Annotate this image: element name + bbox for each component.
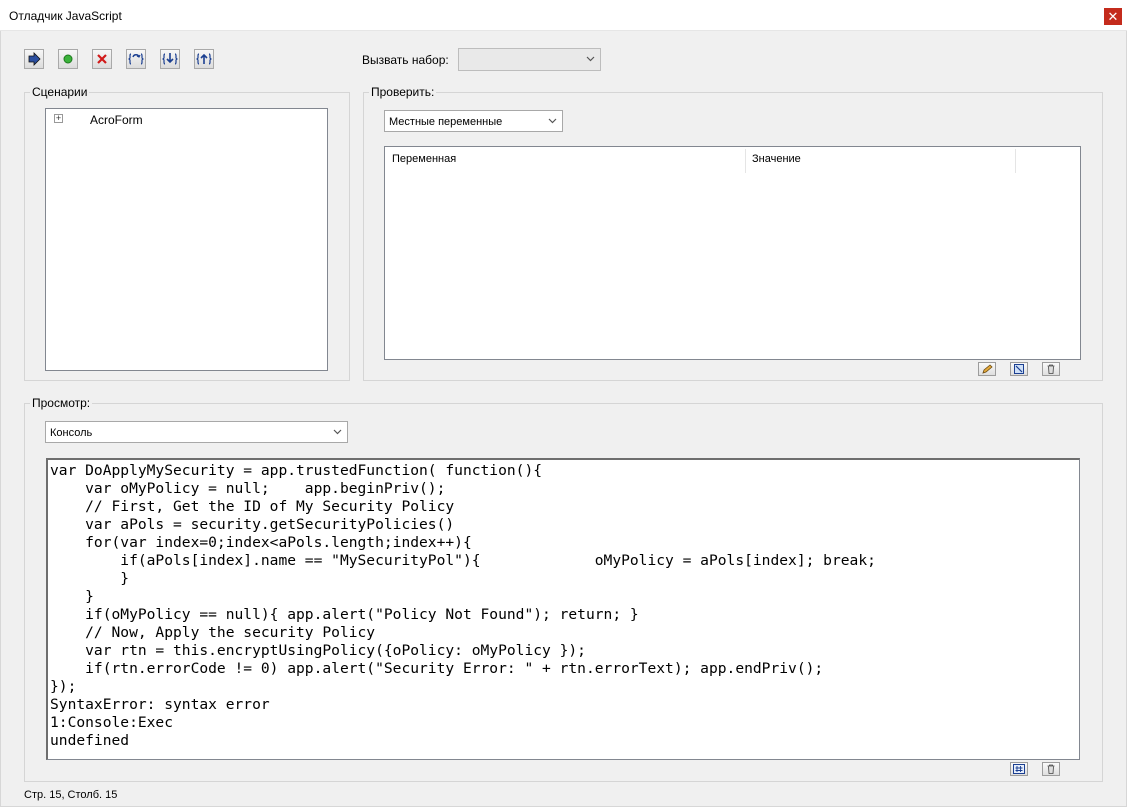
step-into-button[interactable] bbox=[160, 49, 180, 69]
callstack-dropdown[interactable] bbox=[458, 48, 601, 71]
console-text[interactable]: var DoApplyMySecurity = app.trustedFunct… bbox=[50, 462, 876, 750]
close-button[interactable]: ✕ bbox=[1104, 8, 1122, 25]
breakpoint-button[interactable] bbox=[58, 49, 78, 69]
red-x-icon bbox=[97, 54, 107, 64]
trash-icon bbox=[1047, 764, 1055, 774]
pencil-icon bbox=[982, 364, 993, 374]
step-over-button[interactable] bbox=[126, 49, 146, 69]
hash-icon bbox=[1013, 764, 1025, 774]
quit-button[interactable] bbox=[92, 49, 112, 69]
expand-icon[interactable]: + bbox=[54, 114, 63, 123]
inspect-label: Проверить: bbox=[369, 85, 437, 99]
new-watch-button[interactable] bbox=[1010, 362, 1028, 376]
clear-console-button[interactable] bbox=[1042, 762, 1060, 776]
tree-item-acroform[interactable]: AcroForm bbox=[90, 113, 143, 127]
execute-button[interactable] bbox=[1010, 762, 1028, 776]
title-bar: Отладчик JavaScript ✕ bbox=[0, 0, 1127, 31]
green-dot-icon bbox=[63, 54, 73, 64]
delete-variable-button[interactable] bbox=[1042, 362, 1060, 376]
watch-icon bbox=[1014, 364, 1024, 374]
column-divider[interactable] bbox=[745, 149, 746, 173]
inspect-dropdown-value: Местные переменные bbox=[389, 116, 503, 128]
inspect-dropdown[interactable]: Местные переменные bbox=[384, 110, 563, 132]
chevron-down-icon bbox=[548, 118, 557, 124]
callstack-label: Вызвать набор: bbox=[362, 53, 449, 67]
trash-icon bbox=[1047, 364, 1055, 374]
column-divider[interactable] bbox=[1015, 149, 1016, 173]
window-title: Отладчик JavaScript bbox=[9, 9, 122, 23]
scripts-label: Сценарии bbox=[30, 85, 90, 99]
chevron-down-icon bbox=[586, 56, 595, 62]
edit-variable-button[interactable] bbox=[978, 362, 996, 376]
view-dropdown[interactable]: Консоль bbox=[45, 421, 348, 443]
arrow-right-icon bbox=[28, 52, 41, 66]
column-header-value[interactable]: Значение bbox=[752, 153, 801, 165]
status-bar: Стр. 15, Столб. 15 bbox=[24, 789, 118, 801]
console-textarea[interactable]: var DoApplyMySecurity = app.trustedFunct… bbox=[46, 458, 1080, 760]
step-over-icon bbox=[128, 53, 144, 65]
variables-list[interactable]: Переменная Значение bbox=[384, 146, 1081, 360]
view-dropdown-value: Консоль bbox=[50, 427, 93, 439]
step-into-icon bbox=[162, 53, 178, 65]
step-out-button[interactable] bbox=[194, 49, 214, 69]
chevron-down-icon bbox=[333, 429, 342, 435]
view-label: Просмотр: bbox=[30, 396, 93, 410]
scripts-tree[interactable]: + AcroForm bbox=[45, 108, 328, 371]
step-out-icon bbox=[196, 53, 212, 65]
resume-button[interactable] bbox=[24, 49, 44, 69]
column-header-variable[interactable]: Переменная bbox=[392, 153, 456, 165]
